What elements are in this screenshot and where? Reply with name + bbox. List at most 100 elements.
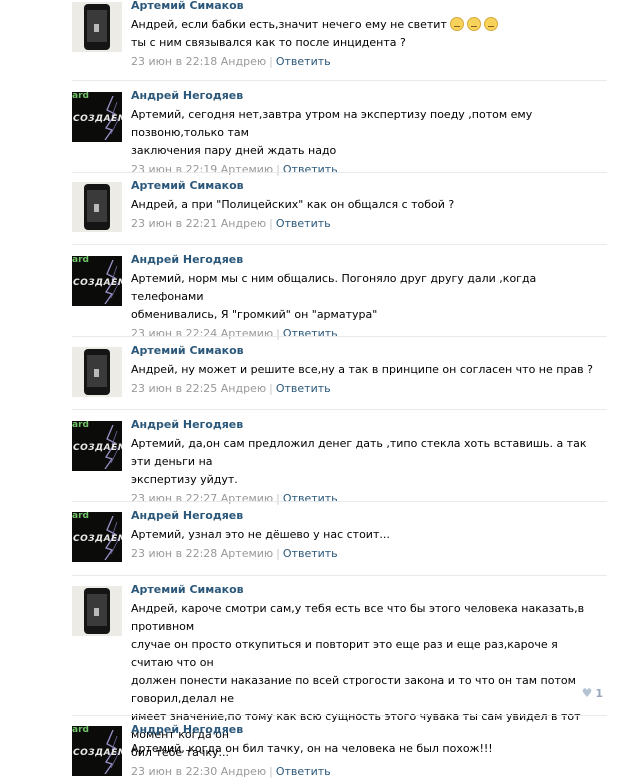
- avatar-logo-text: СОЗДАЕМ: [73, 443, 122, 453]
- comment-text-line: Артемий, когда он бил тачку, он на челов…: [131, 740, 603, 758]
- avatar[interactable]: [72, 182, 122, 232]
- comment-date[interactable]: 23 июн в 22:21: [131, 217, 217, 230]
- comment-text-line-content: обменивались, Я "громкий" он "арматура": [131, 308, 378, 321]
- comment-text-line-content: Артемий, когда он бил тачку, он на челов…: [131, 742, 493, 755]
- reply-button[interactable]: Ответить: [283, 492, 338, 505]
- reply-to-name[interactable]: Андрею: [221, 382, 266, 395]
- author-link[interactable]: Андрей Негодяев: [131, 253, 603, 267]
- avatar[interactable]: [72, 586, 122, 636]
- meta-divider: |: [276, 547, 280, 560]
- author-link[interactable]: Артемий Симаков: [131, 344, 603, 358]
- comment-separator: [72, 409, 607, 410]
- comment-text-line-content: должен понести наказание по всей строгос…: [131, 674, 576, 705]
- reply-to-name[interactable]: Артемию: [221, 163, 273, 176]
- comment-text-line: Артемий, узнал это не дёшево у нас стоит…: [131, 526, 603, 544]
- reply-button[interactable]: Ответить: [283, 547, 338, 560]
- comment-text-line-content: экспертизу уйдут.: [131, 473, 238, 486]
- comment-item: ard СОЗДАЕМ Андрей Негодяев Артемий, сегодн…: [0, 89, 607, 176]
- comment-text-line: Артемий, норм мы с ним общались. Погонял…: [131, 270, 603, 306]
- comment-item: ard СОЗДАЕМ Андрей Негодяев Артемий, норм м…: [0, 253, 607, 340]
- meta-divider: |: [276, 327, 280, 340]
- reply-button[interactable]: Ответить: [283, 327, 338, 340]
- comment-text: Андрей, а при "Полицейских" как он общал…: [131, 196, 603, 214]
- reply-button[interactable]: Ответить: [276, 55, 331, 68]
- reply-button[interactable]: Ответить: [283, 163, 338, 176]
- comment-meta: 23 июн в 22:19 Артемию | Ответить: [131, 163, 603, 177]
- meta-divider: |: [276, 163, 280, 176]
- comment-item: Артемий Симаков Андрей, ну может и решите…: [0, 344, 607, 410]
- reply-to-name[interactable]: Артемию: [221, 492, 273, 505]
- comment-content: Андрей Негодяев Артемий, сегодня нет,завт…: [131, 89, 603, 177]
- comment-separator: [72, 336, 607, 337]
- avatar-logo-text: СОЗДАЕМ: [73, 114, 122, 124]
- reply-to-name[interactable]: Артемию: [221, 327, 273, 340]
- avatar[interactable]: ard СОЗДАЕМ: [72, 92, 122, 142]
- comment-text-line: Артемий, сегодня нет,завтра утром на экс…: [131, 106, 603, 142]
- comment-date[interactable]: 23 июн в 22:19: [131, 163, 217, 176]
- author-link[interactable]: Артемий Симаков: [131, 583, 603, 597]
- avatar[interactable]: ard СОЗДАЕМ: [72, 421, 122, 471]
- comment-item: Артемий Симаков Андрей, а при "Полицейски…: [0, 179, 607, 245]
- author-link[interactable]: Андрей Негодяев: [131, 509, 603, 523]
- comment-text-line: Андрей, а при "Полицейских" как он общал…: [131, 196, 603, 214]
- meta-divider: |: [269, 382, 273, 395]
- comment-text: Артемий, когда он бил тачку, он на челов…: [131, 740, 603, 758]
- avatar[interactable]: [72, 347, 122, 397]
- comment-text-line: случае он просто откупиться и повторит э…: [131, 636, 603, 672]
- comment-meta: 23 июн в 22:25 Андрею | Ответить: [131, 382, 603, 396]
- comment-separator: [72, 501, 607, 502]
- comment-date[interactable]: 23 июн в 22:25: [131, 382, 217, 395]
- author-link[interactable]: Артемий Симаков: [131, 179, 603, 193]
- comment-text-line-content: ты с ним связывался как то после инциден…: [131, 36, 406, 49]
- comment-text-line: обменивались, Я "громкий" он "арматура": [131, 306, 603, 324]
- author-link[interactable]: Андрей Негодяев: [131, 723, 603, 737]
- avatar[interactable]: ard СОЗДАЕМ: [72, 512, 122, 562]
- comment-text-line: Андрей, ну может и решите все,ну а так в…: [131, 361, 603, 379]
- relieved-face-emoji-icon: [449, 17, 464, 31]
- comment-text-line-content: Артемий, узнал это не дёшево у нас стоит…: [131, 528, 390, 541]
- comment-date[interactable]: 23 июн в 22:24: [131, 327, 217, 340]
- comment-text: Артемий, да,он сам предложил денег дать …: [131, 435, 603, 489]
- reply-to-name[interactable]: Андрею: [221, 55, 266, 68]
- comment-item: ard СОЗДАЕМ Андрей Негодяев Артемий, когда …: [0, 723, 607, 784]
- avatar-logo-text: СОЗДАЕМ: [73, 534, 122, 544]
- meta-divider: |: [276, 492, 280, 505]
- comment-text: Андрей, если бабки есть,значит нечего ем…: [131, 16, 603, 52]
- avatar[interactable]: ard СОЗДАЕМ: [72, 726, 122, 776]
- comment-content: Андрей Негодяев Артемий, когда он бил тач…: [131, 723, 603, 758]
- comment-date[interactable]: 23 июн в 22:27: [131, 492, 217, 505]
- comment-separator: [72, 575, 607, 576]
- relieved-face-emoji-icon: [466, 17, 481, 31]
- comment-text: Артемий, узнал это не дёшево у нас стоит…: [131, 526, 603, 544]
- comment-text-line: должен понести наказание по всей строгос…: [131, 672, 603, 708]
- reply-to-name[interactable]: Андрею: [221, 217, 266, 230]
- reply-button[interactable]: Ответить: [276, 382, 331, 395]
- comment-date[interactable]: 23 июн в 22:18: [131, 55, 217, 68]
- comment-item: ard СОЗДАЕМ Андрей Негодяев Артемий, узнал …: [0, 509, 607, 576]
- comment-text-line-content: Артемий, норм мы с ним общались. Погонял…: [131, 272, 537, 303]
- author-link[interactable]: Артемий Симаков: [131, 0, 603, 13]
- comment-date[interactable]: 23 июн в 22:28: [131, 547, 217, 560]
- author-link[interactable]: Андрей Негодяев: [131, 89, 603, 103]
- comment-text-line: Андрей, кароче смотри сам,у тебя есть вс…: [131, 600, 603, 636]
- comment-item: ard СОЗДАЕМ Андрей Негодяев Артемий, да,он …: [0, 418, 607, 505]
- comment-content: Андрей Негодяев Артемий, да,он сам предло…: [131, 418, 603, 506]
- comment-item: Артемий Симаков Андрей, если бабки есть,з…: [0, 0, 607, 81]
- comment-text-line-content: Андрей, кароче смотри сам,у тебя есть вс…: [131, 602, 585, 633]
- avatar[interactable]: ard СОЗДАЕМ: [72, 256, 122, 306]
- reply-button[interactable]: Ответить: [276, 217, 331, 230]
- comment-content: Андрей Негодяев Артемий, узнал это не дёш…: [131, 509, 603, 561]
- comment-meta: 23 июн в 22:24 Артемию | Ответить: [131, 327, 603, 341]
- comment-text-line-content: Андрей, если бабки есть,значит нечего ем…: [131, 18, 447, 31]
- avatar[interactable]: [72, 2, 122, 52]
- avatar-tag-text: ard: [72, 92, 89, 101]
- reply-to-name[interactable]: Артемию: [221, 547, 273, 560]
- comment-content: Артемий Симаков Андрей, а при "Полицейски…: [131, 179, 603, 231]
- avatar-logo-text: СОЗДАЕМ: [73, 748, 122, 758]
- author-link[interactable]: Андрей Негодяев: [131, 418, 603, 432]
- comment-content: Артемий Симаков Андрей, если бабки есть,з…: [131, 0, 603, 69]
- comment-separator: [72, 172, 607, 173]
- comment-text: Андрей, ну может и решите все,ну а так в…: [131, 361, 603, 379]
- comment-text-line-content: Андрей, а при "Полицейских" как он общал…: [131, 198, 455, 211]
- comment-separator: [72, 715, 607, 716]
